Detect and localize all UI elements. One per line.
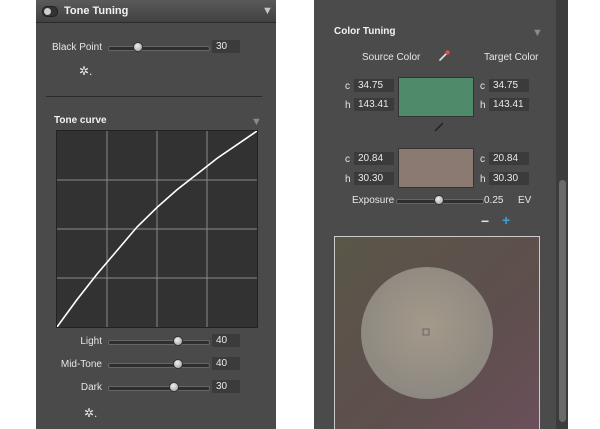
tone-tuning-toggle[interactable]: [42, 6, 58, 17]
mid-tone-slider[interactable]: [108, 363, 210, 368]
pair1-color-swatch[interactable]: [398, 77, 474, 117]
pair2-target-h-value[interactable]: 30.30: [489, 172, 529, 185]
dark-value[interactable]: 30: [212, 380, 240, 393]
pair1-source-h-label: h: [345, 100, 351, 111]
color-tuning-menu-icon[interactable]: ▼: [532, 28, 543, 39]
eyedropper-icon[interactable]: [437, 49, 451, 63]
source-color-label: Source Color: [362, 52, 421, 63]
gear-icon[interactable]: ✲.: [79, 64, 92, 78]
gear-icon[interactable]: ✲.: [84, 406, 97, 420]
plus-button[interactable]: +: [502, 212, 510, 228]
tone-curve-menu-icon[interactable]: ▼: [251, 117, 262, 128]
exposure-unit: EV: [518, 195, 532, 206]
color-tuning-panel: Color Tuning ▼ Source Color Target Color…: [314, 0, 568, 429]
pair1-source-h-value[interactable]: 143.41: [354, 98, 394, 111]
pair1-target-c-label: c: [480, 81, 485, 92]
pair2-source-h-value[interactable]: 30.30: [354, 172, 394, 185]
scrollbar-thumb[interactable]: [559, 180, 566, 422]
exposure-value[interactable]: 0.25: [484, 195, 503, 206]
pair1-source-c-label: c: [345, 81, 350, 92]
pair2-source-h-label: h: [345, 174, 351, 185]
black-point-label: Black Point: [51, 42, 102, 53]
black-point-slider-thumb[interactable]: [133, 42, 143, 52]
pair1-target-h-value[interactable]: 143.41: [489, 98, 529, 111]
color-wheel[interactable]: [361, 267, 493, 399]
exposure-label: Exposure: [352, 195, 395, 206]
color-wheel-preview[interactable]: [335, 237, 539, 429]
black-point-value[interactable]: 30: [212, 40, 240, 53]
minus-button[interactable]: −: [481, 213, 489, 229]
pair2-target-c-label: c: [480, 154, 485, 165]
pair1-target-h-label: h: [480, 100, 486, 111]
light-label: Light: [80, 336, 102, 347]
pair1-target-c-value[interactable]: 34.75: [489, 79, 529, 92]
dark-label: Dark: [80, 382, 102, 393]
black-point-slider[interactable]: [108, 46, 210, 51]
target-color-label: Target Color: [484, 52, 539, 63]
tone-curve-title: Tone curve: [54, 115, 107, 126]
light-slider[interactable]: [108, 340, 210, 345]
light-value[interactable]: 40: [212, 334, 240, 347]
mid-tone-slider-thumb[interactable]: [173, 359, 183, 369]
tone-tuning-title: Tone Tuning: [64, 5, 129, 17]
pair2-source-c-value[interactable]: 20.84: [354, 152, 394, 165]
color-preview[interactable]: [334, 236, 540, 429]
tone-tuning-titlebar[interactable]: Tone Tuning ▼: [36, 0, 276, 23]
light-slider-thumb[interactable]: [173, 336, 183, 346]
section-divider: [46, 96, 262, 97]
dark-slider-thumb[interactable]: [169, 382, 179, 392]
color-tuning-title: Color Tuning: [334, 26, 396, 37]
tone-curve-svg[interactable]: [57, 131, 257, 327]
tone-tuning-panel: Tone Tuning ▼ Black Point 30 ✲. Tone cur…: [36, 0, 276, 429]
mid-tone-label: Mid-Tone: [60, 359, 102, 370]
pair2-target-h-label: h: [480, 174, 486, 185]
pair1-source-c-value[interactable]: 34.75: [354, 79, 394, 92]
dark-slider[interactable]: [108, 386, 210, 391]
pair2-source-c-label: c: [345, 154, 350, 165]
pair2-target-c-value[interactable]: 20.84: [489, 152, 529, 165]
tone-curve-graph[interactable]: [56, 130, 258, 328]
pair2-color-swatch[interactable]: [398, 148, 474, 188]
link-arrow-icon: [434, 122, 444, 132]
collapse-triangle-icon[interactable]: ▼: [262, 6, 273, 17]
mid-tone-value[interactable]: 40: [212, 357, 240, 370]
scrollbar[interactable]: [556, 0, 568, 429]
exposure-slider-thumb[interactable]: [434, 195, 444, 205]
